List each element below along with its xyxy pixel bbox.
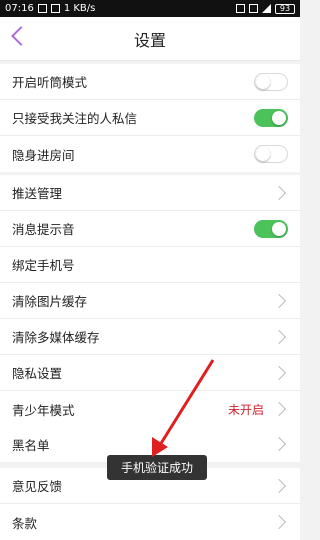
chevron-right-icon bbox=[271, 293, 287, 308]
row-label: 隐身进房间 bbox=[12, 147, 75, 163]
general-row-5[interactable]: 隐私设置 bbox=[0, 355, 300, 391]
row-label: 清除图片缓存 bbox=[12, 294, 88, 309]
notification-icon bbox=[37, 4, 47, 13]
signal-icon bbox=[262, 4, 271, 13]
back-chevron-icon[interactable] bbox=[11, 26, 31, 46]
battery-level: 93 bbox=[279, 4, 291, 13]
privacy-row-2[interactable]: 隐身进房间 bbox=[0, 136, 300, 172]
toggle-switch[interactable] bbox=[254, 108, 288, 127]
toggle-knob bbox=[272, 110, 286, 125]
general-row-6[interactable]: 青少年模式 未开启 bbox=[0, 391, 300, 427]
privacy-row-1[interactable]: 只接受我关注的人私信 bbox=[0, 100, 300, 136]
row-label: 绑定手机号 bbox=[12, 258, 75, 273]
row-label: 黑名单 bbox=[12, 437, 50, 453]
no-sim-icon bbox=[249, 4, 258, 13]
toggle-knob bbox=[272, 221, 286, 236]
row-label: 消息提示音 bbox=[12, 222, 75, 237]
row-label: 推送管理 bbox=[12, 186, 63, 201]
row-label: 青少年模式 bbox=[12, 402, 75, 418]
status-bar: 07:16 1 KB/s 93 bbox=[0, 0, 300, 17]
general-row-3[interactable]: 清除图片缓存 bbox=[0, 283, 300, 319]
settings-group-general: 推送管理消息提示音绑定手机号清除图片缓存 清除多媒体缓存 隐私设置青少年模式 未开启 bbox=[0, 175, 300, 427]
chevron-right-icon bbox=[271, 436, 287, 452]
row-label: 隐私设置 bbox=[12, 366, 63, 381]
general-row-1[interactable]: 消息提示音 bbox=[0, 211, 300, 247]
row-label: 开启听筒模式 bbox=[12, 75, 88, 90]
nav-header: 设置 bbox=[0, 17, 300, 61]
chevron-right-icon bbox=[271, 365, 287, 380]
settings-group-privacy: 开启听筒模式只接受我关注的人私信 隐身进房间 bbox=[0, 64, 300, 172]
general-row-2[interactable]: 绑定手机号 bbox=[0, 247, 300, 283]
feedback-row-1[interactable]: 条款 bbox=[0, 504, 300, 540]
toggle-switch[interactable] bbox=[254, 72, 288, 91]
toggle-switch[interactable] bbox=[254, 145, 288, 163]
vibrate-icon bbox=[236, 4, 245, 13]
toast-message: 手机验证成功 bbox=[107, 455, 207, 480]
row-label: 只接受我关注的人私信 bbox=[12, 111, 138, 126]
row-label: 清除多媒体缓存 bbox=[12, 330, 100, 345]
status-text: 未开启 bbox=[227, 402, 264, 417]
status-time: 07:16 bbox=[5, 3, 34, 14]
gallery-icon bbox=[50, 4, 60, 13]
battery-icon: 93 bbox=[275, 3, 295, 14]
general-row-4[interactable]: 清除多媒体缓存 bbox=[0, 319, 300, 355]
chevron-right-icon bbox=[271, 185, 287, 200]
general-row-0[interactable]: 推送管理 bbox=[0, 175, 300, 211]
toggle-knob bbox=[256, 74, 270, 89]
toggle-knob bbox=[256, 147, 270, 161]
network-speed: 1 KB/s bbox=[63, 3, 96, 14]
chevron-right-icon bbox=[271, 478, 287, 493]
privacy-row-0[interactable]: 开启听筒模式 bbox=[0, 64, 300, 100]
chevron-right-icon bbox=[271, 401, 287, 417]
chevron-right-icon bbox=[271, 329, 287, 344]
chevron-right-icon bbox=[271, 514, 287, 530]
page-title: 设置 bbox=[133, 30, 166, 50]
row-label: 条款 bbox=[12, 515, 38, 531]
toggle-switch[interactable] bbox=[254, 219, 288, 238]
